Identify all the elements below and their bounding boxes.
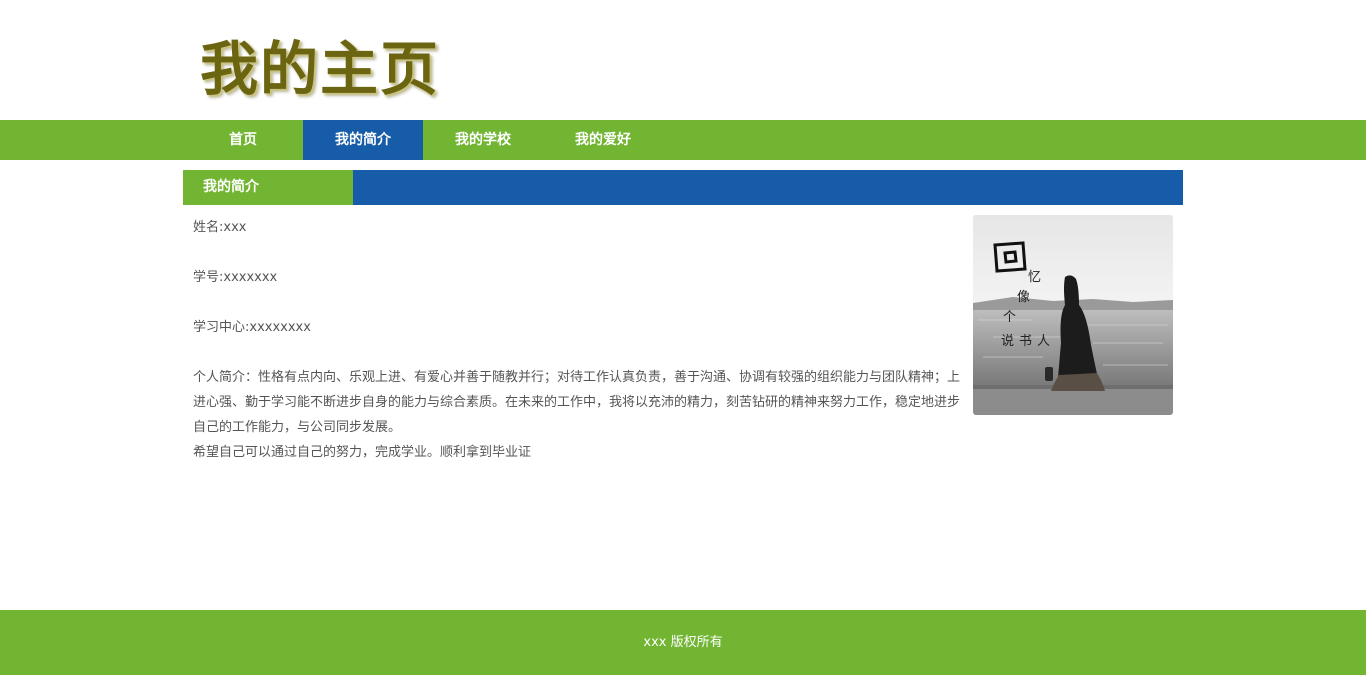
section-title: 我的简介	[183, 170, 353, 205]
nav-item-home[interactable]: 首页	[183, 120, 303, 160]
header: 我的主页	[0, 0, 1366, 120]
nav-item-profile[interactable]: 我的简介	[303, 120, 423, 160]
nav-item-school[interactable]: 我的学校	[423, 120, 543, 160]
profile-content: 姓名:xxx 学号:xxxxxxx 学习中心:xxxxxxxx 个人简介：性格有…	[193, 215, 965, 465]
photo-caption-char: 像	[1017, 290, 1030, 305]
profile-photo: 忆 像 个 说 书 人	[973, 215, 1173, 415]
section-bar: 我的简介	[183, 170, 1183, 205]
photo-caption-char: 书	[1019, 334, 1032, 349]
site-title: 我的主页	[200, 35, 441, 103]
profile-photo-image: 忆 像 个 说 书 人	[973, 215, 1173, 415]
page: 我的主页 首页 我的简介 我的学校 我的爱好 我的简介 姓名:xxx 学号:xx…	[0, 0, 1366, 675]
name-line: 姓名:xxx	[193, 220, 247, 235]
copyright-text: xxx 版权所有	[643, 635, 723, 650]
hope-paragraph: 希望自己可以通过自己的努力，完成学业。顺利拿到毕业证	[193, 445, 532, 460]
photo-caption-char: 说	[1001, 334, 1014, 349]
student-id-line: 学号:xxxxxxx	[193, 270, 278, 285]
footer: xxx 版权所有	[0, 610, 1366, 675]
study-center-line: 学习中心:xxxxxxxx	[193, 320, 311, 335]
nav-items: 首页 我的简介 我的学校 我的爱好	[183, 120, 663, 160]
photo-caption-char: 人	[1037, 334, 1050, 349]
intro-paragraph: 个人简介：性格有点内向、乐观上进、有爱心并善于随教并行；对待工作认真负责，善于沟…	[193, 370, 961, 435]
nav-item-hobbies[interactable]: 我的爱好	[543, 120, 663, 160]
photo-caption-char: 忆	[1028, 269, 1041, 285]
photo-caption-char: 个	[1003, 310, 1016, 325]
main-nav: 首页 我的简介 我的学校 我的爱好	[0, 120, 1366, 160]
